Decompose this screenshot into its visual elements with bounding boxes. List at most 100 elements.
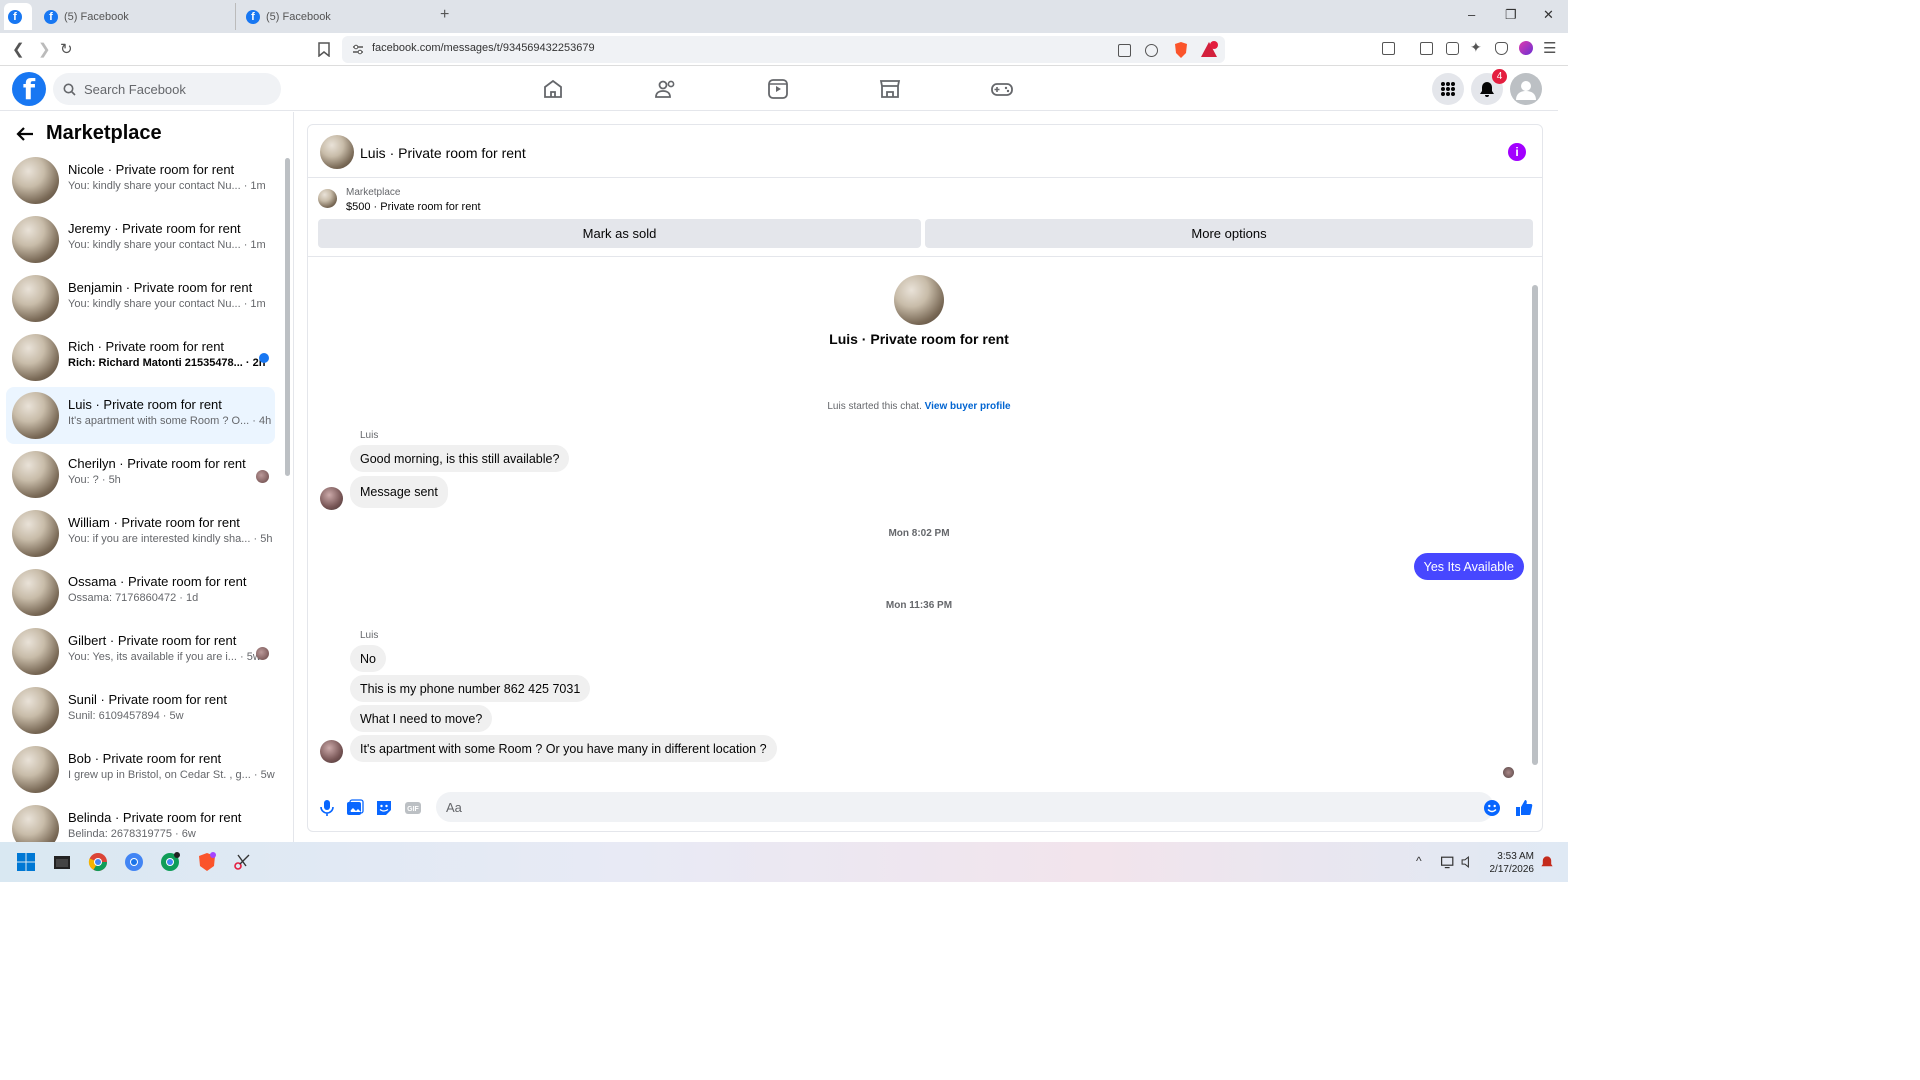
emoji-icon[interactable] bbox=[1483, 799, 1501, 817]
chat-panel: Luis · Private room for rent i Marketpla… bbox=[307, 124, 1543, 832]
home-icon[interactable] bbox=[541, 77, 565, 101]
cast-icon[interactable] bbox=[1118, 44, 1131, 57]
chat-avatar[interactable] bbox=[320, 135, 354, 169]
profile-icon[interactable] bbox=[1519, 41, 1533, 55]
page-translate-icon[interactable] bbox=[1382, 42, 1395, 55]
brave-rewards-icon[interactable] bbox=[1200, 41, 1218, 58]
menu-icon[interactable]: ☰ bbox=[1543, 39, 1556, 57]
thread-title: Luis · Private room for rent bbox=[829, 331, 1009, 347]
chrome-beta-icon[interactable] bbox=[160, 852, 180, 872]
conversation-item[interactable]: Gilbert · Private room for rent You: Yes… bbox=[6, 623, 275, 680]
like-icon[interactable] bbox=[1515, 799, 1533, 817]
incoming-message[interactable]: It's apartment with some Room ? Or you h… bbox=[350, 735, 777, 762]
conversation-item[interactable]: Bob · Private room for rent I grew up in… bbox=[6, 741, 275, 798]
restore-button[interactable]: ❐ bbox=[1505, 7, 1517, 23]
conversation-snippet: I grew up in Bristol, on Cedar St. , g..… bbox=[68, 769, 275, 781]
incoming-message[interactable]: Good morning, is this still available? bbox=[350, 445, 570, 472]
message-input[interactable]: Aa bbox=[436, 792, 1494, 822]
minimize-button[interactable]: – bbox=[1468, 7, 1475, 22]
listing-label: Marketplace bbox=[346, 187, 401, 198]
chat-title[interactable]: Luis · Private room for rent bbox=[360, 145, 526, 161]
chrome-profile-icon[interactable] bbox=[124, 852, 144, 872]
windows-start-icon[interactable] bbox=[16, 852, 36, 872]
notification-bell-icon[interactable] bbox=[1540, 852, 1554, 872]
conversation-item[interactable]: Belinda · Private room for rent Belinda:… bbox=[6, 800, 275, 842]
listing-thumbnail bbox=[12, 805, 59, 842]
chat-scrollbar[interactable] bbox=[1532, 285, 1538, 765]
sidebar-toggle-icon[interactable] bbox=[1420, 42, 1433, 55]
conversation-item[interactable]: Nicole · Private room for rent You: kind… bbox=[6, 152, 275, 209]
incoming-message[interactable]: What I need to move? bbox=[350, 705, 493, 732]
incoming-message[interactable]: Message sent bbox=[350, 476, 448, 508]
snipping-tool-icon[interactable] bbox=[232, 852, 252, 872]
sticker-icon[interactable] bbox=[375, 799, 393, 817]
network-icon[interactable] bbox=[1440, 852, 1456, 872]
system-clock[interactable]: 3:53 AM 2/17/2026 bbox=[1484, 850, 1535, 876]
chrome-icon[interactable] bbox=[88, 852, 108, 872]
marketplace-icon[interactable] bbox=[878, 77, 902, 101]
friends-icon[interactable] bbox=[654, 77, 678, 101]
browser-tab[interactable]: f (5) Facebook bbox=[36, 3, 236, 30]
back-arrow-icon[interactable] bbox=[16, 126, 34, 142]
conversation-item[interactable]: Sunil · Private room for rent Sunil: 610… bbox=[6, 682, 275, 739]
conversation-name: Gilbert · Private room for rent bbox=[68, 633, 237, 648]
facebook-header: f Search Facebook bbox=[0, 67, 1558, 111]
vpn-icon[interactable] bbox=[1495, 42, 1508, 55]
menu-grid-button[interactable] bbox=[1432, 73, 1464, 105]
facebook-logo[interactable]: f bbox=[12, 72, 46, 106]
brave-shields-icon[interactable] bbox=[1173, 41, 1189, 59]
url-field[interactable]: facebook.com/messages/t/934569432253679 bbox=[342, 36, 1225, 63]
site-settings-icon[interactable] bbox=[352, 44, 364, 55]
incoming-message[interactable]: This is my phone number 862 425 7031 bbox=[350, 675, 591, 702]
close-window-button[interactable]: ✕ bbox=[1543, 7, 1554, 23]
share-icon[interactable] bbox=[1145, 44, 1158, 57]
back-arrow-icon[interactable]: ❮ bbox=[12, 40, 25, 58]
sidebar-scrollbar[interactable] bbox=[285, 158, 290, 476]
new-tab-button[interactable]: + bbox=[440, 6, 449, 24]
more-options-button[interactable]: More options bbox=[925, 219, 1533, 248]
bookmark-icon[interactable] bbox=[318, 42, 330, 57]
listing-thumbnail[interactable] bbox=[318, 189, 337, 208]
conversation-item[interactable]: William · Private room for rent You: if … bbox=[6, 505, 275, 562]
conversation-snippet: You: ? · 5h bbox=[68, 474, 121, 486]
photo-icon[interactable] bbox=[346, 799, 364, 817]
conversation-item-active[interactable]: Luis · Private room for rent It's apartm… bbox=[6, 387, 275, 444]
account-avatar[interactable] bbox=[1510, 73, 1542, 105]
video-icon[interactable] bbox=[766, 77, 790, 101]
forward-arrow-icon[interactable]: ❯ bbox=[38, 40, 51, 58]
incoming-message[interactable]: No bbox=[350, 645, 386, 672]
leo-ai-icon[interactable]: ✦ bbox=[1470, 39, 1483, 55]
conversation-snippet: Sunil: 6109457894 · 5w bbox=[68, 710, 184, 722]
tray-overflow-icon[interactable]: ^ bbox=[1416, 854, 1422, 868]
conversation-item[interactable]: Rich · Private room for rent Rich: Richa… bbox=[6, 329, 275, 386]
conversation-item[interactable]: Cherilyn · Private room for rent You: ? … bbox=[6, 446, 275, 503]
reload-icon[interactable]: ↻ bbox=[60, 40, 73, 58]
wallet-icon[interactable] bbox=[1446, 42, 1459, 55]
mark-as-sold-button[interactable]: Mark as sold bbox=[318, 219, 921, 248]
gif-icon[interactable]: GIF bbox=[404, 799, 422, 817]
search-icon bbox=[63, 83, 76, 96]
conversation-item[interactable]: Benjamin · Private room for rent You: ki… bbox=[6, 270, 275, 327]
sender-avatar[interactable] bbox=[320, 740, 343, 763]
clock-date: 2/17/2026 bbox=[1489, 864, 1535, 875]
browser-tab-pinned[interactable]: f bbox=[4, 3, 32, 30]
message-thread: Luis · Private room for rent Luis starte… bbox=[308, 257, 1542, 787]
file-explorer-icon[interactable] bbox=[52, 852, 72, 872]
outgoing-message[interactable]: Yes Its Available bbox=[1413, 553, 1524, 580]
conversation-name: Luis · Private room for rent bbox=[68, 397, 222, 412]
conversation-snippet: You: kindly share your contact Nu... · 1… bbox=[68, 298, 266, 310]
sender-avatar[interactable] bbox=[320, 487, 343, 510]
listing-price-title[interactable]: $500 · Private room for rent bbox=[346, 201, 481, 213]
volume-icon[interactable] bbox=[1460, 852, 1474, 872]
view-buyer-profile-link[interactable]: View buyer profile bbox=[925, 401, 1011, 412]
message-timestamp: Mon 11:36 PM bbox=[885, 600, 953, 611]
conversation-item[interactable]: Ossama · Private room for rent Ossama: 7… bbox=[6, 564, 275, 621]
conversation-item[interactable]: Jeremy · Private room for rent You: kind… bbox=[6, 211, 275, 268]
browser-tab[interactable]: f (5) Facebook bbox=[238, 3, 438, 30]
brave-browser-icon[interactable] bbox=[197, 852, 217, 872]
microphone-icon[interactable] bbox=[318, 799, 336, 817]
chat-header: Luis · Private room for rent i bbox=[308, 125, 1542, 178]
info-icon[interactable]: i bbox=[1508, 143, 1526, 161]
gaming-icon[interactable] bbox=[990, 77, 1014, 101]
search-input[interactable]: Search Facebook bbox=[53, 73, 281, 105]
